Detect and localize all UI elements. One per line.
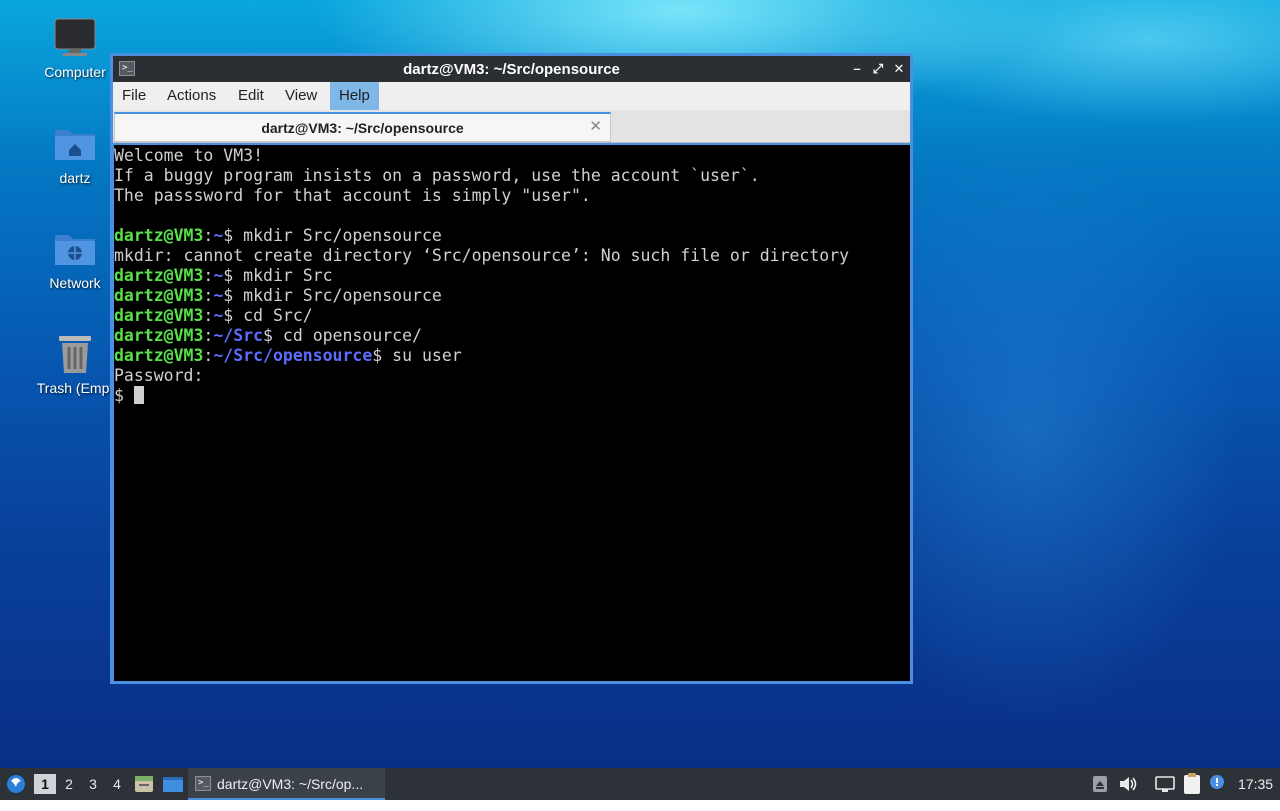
clipboard-icon — [1184, 773, 1200, 794]
menu-actions[interactable]: Actions — [158, 82, 225, 110]
command-line: dartz@VM3:~$ mkdir Src/opensource — [114, 286, 442, 305]
welcome-line: The passsword for that account is simply… — [114, 186, 591, 205]
prompt-path: ~/Src — [213, 326, 264, 345]
prompt-path: ~ — [213, 266, 224, 285]
workspace-4[interactable]: 4 — [106, 768, 128, 800]
text-cursor — [133, 386, 144, 404]
welcome-line: Welcome to VM3! — [114, 146, 264, 165]
workspace-2[interactable]: 2 — [58, 768, 80, 800]
menu-view[interactable]: View — [276, 82, 326, 110]
window-titlebar[interactable]: >_ dartz@VM3: ~/Src/opensource – ⤢ ✕ — [113, 56, 910, 82]
taskbar-window-button[interactable]: >_ dartz@VM3: ~/Src/op... — [188, 768, 385, 800]
workspace-3[interactable]: 3 — [82, 768, 104, 800]
prompt-user: dartz@VM3 — [114, 266, 204, 285]
clipboard-button[interactable] — [1181, 768, 1203, 800]
volume-button[interactable] — [1117, 768, 1139, 800]
window-title: dartz@VM3: ~/Src/opensource — [403, 61, 620, 78]
tab-bar: dartz@VM3: ~/Src/opensource ✕ — [113, 110, 910, 143]
prompt-path: ~/Src/opensource — [213, 346, 373, 365]
tab-terminal[interactable]: dartz@VM3: ~/Src/opensource ✕ — [114, 112, 611, 142]
network-status-button[interactable] — [1154, 768, 1176, 800]
terminal-output[interactable]: Welcome to VM3! If a buggy program insis… — [114, 145, 910, 681]
menu-bar: File Actions Edit View Help — [113, 82, 910, 110]
network-icon — [1155, 776, 1175, 792]
error-output: mkdir: cannot create directory ‘Src/open… — [114, 246, 850, 265]
workspace-1[interactable]: 1 — [34, 774, 56, 794]
home-folder-icon — [53, 122, 97, 166]
menu-help[interactable]: Help — [330, 82, 379, 110]
current-prompt-line[interactable]: $ — [114, 386, 910, 406]
taskbar-window-label: dartz@VM3: ~/Src/op... — [217, 776, 364, 792]
eject-button[interactable] — [1090, 768, 1110, 800]
menu-edit[interactable]: Edit — [229, 82, 273, 110]
welcome-line: If a buggy program insists on a password… — [114, 166, 760, 185]
show-desktop-button[interactable] — [161, 768, 185, 800]
prompt-path: ~ — [213, 226, 224, 245]
shell-prompt: $ — [114, 386, 134, 405]
command-text: mkdir Src/opensource — [233, 226, 442, 245]
volume-icon — [1120, 777, 1137, 791]
command-line: dartz@VM3:~$ mkdir Src — [114, 266, 333, 285]
eject-icon — [1093, 776, 1107, 792]
taskbar: 1 2 3 4 >_ dartz@VM3: ~/Src/op... 17:35 — [0, 768, 1280, 800]
desktop: Computer dartz Network Trash (Empt >_ da… — [0, 0, 1280, 768]
file-manager-launcher[interactable] — [133, 768, 155, 800]
command-text: cd Src/ — [233, 306, 313, 325]
show-desktop-icon — [163, 777, 183, 792]
command-text: mkdir Src — [233, 266, 333, 285]
minimize-button[interactable]: – — [848, 60, 866, 78]
prompt-user: dartz@VM3 — [114, 226, 204, 245]
start-menu-button[interactable] — [4, 768, 28, 800]
terminal-icon: >_ — [195, 776, 211, 791]
command-line: dartz@VM3:~/Src$ cd opensource/ — [114, 326, 422, 345]
clock[interactable]: 17:35 — [1238, 768, 1278, 800]
prompt-path: ~ — [213, 286, 224, 305]
command-line: dartz@VM3:~$ mkdir Src/opensource — [114, 226, 442, 245]
update-notifier-icon — [1210, 775, 1224, 789]
close-button[interactable]: ✕ — [890, 60, 908, 78]
tab-close-icon[interactable]: ✕ — [589, 117, 602, 135]
update-notifier-button[interactable] — [1206, 768, 1228, 800]
trash-icon — [53, 332, 97, 376]
prompt-path: ~ — [213, 306, 224, 325]
terminal-window: >_ dartz@VM3: ~/Src/opensource – ⤢ ✕ Fil… — [110, 53, 913, 684]
prompt-user: dartz@VM3 — [114, 306, 204, 325]
prompt-user: dartz@VM3 — [114, 346, 204, 365]
maximize-button[interactable]: ⤢ — [869, 60, 887, 78]
password-prompt: Password: — [114, 366, 204, 385]
menu-file[interactable]: File — [113, 82, 155, 110]
command-text: cd opensource/ — [272, 326, 422, 345]
tab-title: dartz@VM3: ~/Src/opensource — [261, 120, 464, 136]
prompt-user: dartz@VM3 — [114, 326, 204, 345]
command-text: su user — [382, 346, 462, 365]
computer-icon — [53, 16, 97, 60]
start-menu-icon — [7, 775, 25, 793]
prompt-user: dartz@VM3 — [114, 286, 204, 305]
network-folder-icon — [53, 227, 97, 271]
command-line: dartz@VM3:~$ cd Src/ — [114, 306, 313, 325]
file-manager-icon — [135, 776, 153, 792]
command-line: dartz@VM3:~/Src/opensource$ su user — [114, 346, 462, 365]
command-text: mkdir Src/opensource — [233, 286, 442, 305]
